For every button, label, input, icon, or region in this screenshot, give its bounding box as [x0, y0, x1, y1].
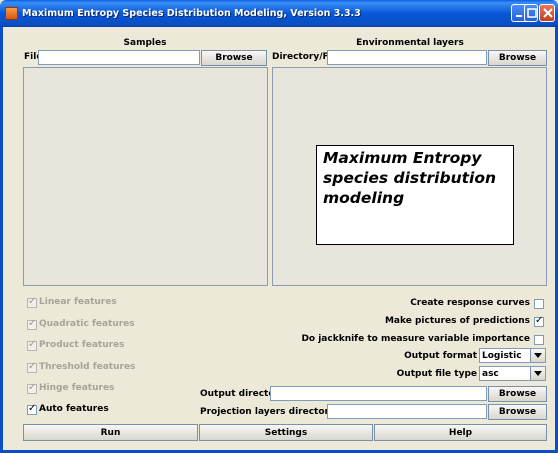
maximize-button[interactable] — [524, 4, 538, 22]
hinge-features-label: Hinge features — [39, 383, 115, 393]
maxent-app-icon — [5, 7, 18, 20]
quadratic-features-label: Quadratic features — [39, 319, 135, 329]
output-format-label: Output format — [404, 351, 477, 361]
threshold-features-label: Threshold features — [39, 362, 136, 372]
output-format-value: Logistic — [482, 351, 522, 361]
quadratic-features-checkbox[interactable] — [27, 318, 37, 330]
maximize-icon — [527, 8, 537, 18]
hinge-features-checkbox[interactable] — [27, 382, 37, 394]
window-title: Maximum Entropy Species Distribution Mod… — [22, 8, 361, 19]
help-button[interactable]: Help — [374, 424, 547, 441]
samples-browse-button[interactable]: Browse — [201, 50, 267, 66]
pictures-checkbox[interactable] — [534, 315, 544, 327]
response-curves-checkbox[interactable] — [534, 299, 544, 309]
settings-button[interactable]: Settings — [199, 424, 373, 441]
overlay-caption: Maximum Entropy species distribution mod… — [316, 145, 514, 245]
chevron-down-icon[interactable] — [530, 349, 545, 362]
env-browse-button[interactable]: Browse — [488, 50, 547, 66]
linear-features-checkbox[interactable] — [27, 296, 37, 308]
threshold-features-checkbox[interactable] — [27, 361, 37, 373]
projection-layers-input[interactable] — [327, 404, 487, 419]
env-directory-input[interactable] — [327, 50, 487, 65]
auto-features-label: Auto features — [39, 404, 109, 414]
auto-features-checkbox[interactable] — [27, 403, 37, 415]
response-curves-label: Create response curves — [410, 298, 530, 308]
jackknife-label: Do jackknife to measure variable importa… — [301, 334, 530, 344]
close-icon — [543, 8, 553, 18]
output-format-select[interactable]: Logistic — [479, 348, 546, 363]
output-browse-button[interactable]: Browse — [488, 386, 547, 402]
output-file-type-value: asc — [482, 369, 499, 379]
title-bar[interactable]: Maximum Entropy Species Distribution Mod… — [0, 0, 558, 27]
samples-header: Samples — [123, 38, 167, 48]
output-file-type-label: Output file type — [396, 369, 477, 379]
pictures-label: Make pictures of predictions — [384, 316, 530, 326]
linear-features-label: Linear features — [39, 297, 117, 307]
close-button[interactable] — [539, 4, 555, 22]
run-button[interactable]: Run — [23, 424, 198, 441]
output-directory-input[interactable] — [270, 386, 487, 401]
output-file-type-select[interactable]: asc — [479, 366, 546, 381]
samples-file-input[interactable] — [38, 50, 200, 65]
env-layers-header: Environmental layers — [356, 38, 464, 48]
product-features-checkbox[interactable] — [27, 339, 37, 351]
chevron-down-icon[interactable] — [530, 367, 545, 380]
product-features-label: Product features — [39, 340, 125, 350]
projection-browse-button[interactable]: Browse — [488, 404, 547, 420]
jackknife-checkbox[interactable] — [534, 335, 544, 345]
samples-list[interactable] — [23, 67, 268, 286]
